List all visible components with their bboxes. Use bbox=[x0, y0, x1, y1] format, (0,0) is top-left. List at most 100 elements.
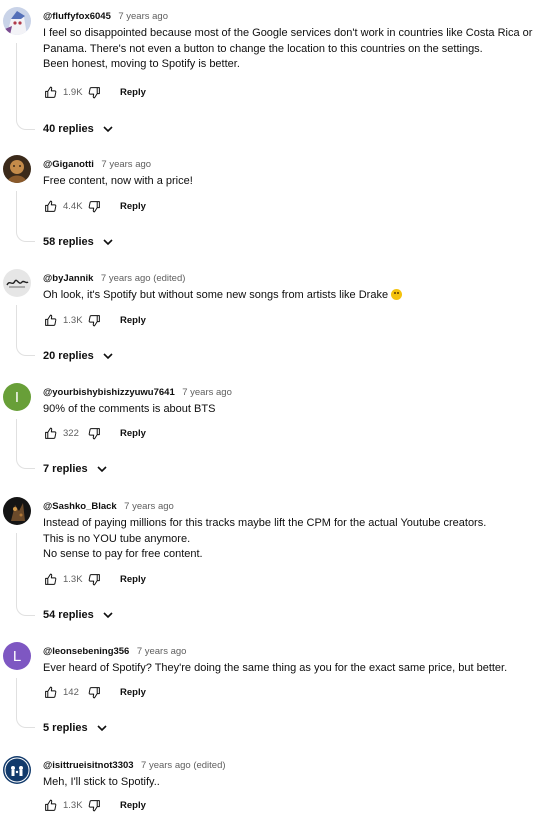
reply-button[interactable]: Reply bbox=[120, 315, 146, 326]
comment-body: @fluffyfox6045 7 years ago I feel so dis… bbox=[43, 7, 543, 73]
view-replies-button[interactable]: 54 replies bbox=[43, 607, 114, 623]
view-replies-button[interactable]: 20 replies bbox=[43, 348, 114, 364]
comment-author[interactable]: @byJannik bbox=[43, 273, 93, 284]
comment-author[interactable]: @Sashko_Black bbox=[43, 501, 117, 512]
like-count: 1.9K bbox=[63, 86, 83, 98]
avatar[interactable] bbox=[3, 269, 31, 297]
like-icon[interactable] bbox=[43, 85, 57, 99]
comment-text-line: I feel so disappointed because most of t… bbox=[43, 27, 533, 39]
dislike-icon[interactable] bbox=[87, 685, 101, 699]
dislike-icon[interactable] bbox=[87, 313, 101, 327]
comment-text-line: Ever heard of Spotify? They're doing the… bbox=[43, 662, 508, 674]
comment-text-line: No sense to pay for free content. bbox=[43, 548, 203, 560]
dislike-icon[interactable] bbox=[87, 798, 101, 812]
comment-time[interactable]: 7 years ago bbox=[118, 11, 168, 22]
like-count: 1.3K bbox=[63, 799, 83, 811]
comment-actions: 1.3K Reply bbox=[43, 796, 146, 814]
chevron-down-icon bbox=[96, 463, 108, 475]
comment-time[interactable]: 7 years ago bbox=[124, 501, 174, 512]
comment-text: Meh, I'll stick to Spotify.. bbox=[43, 775, 543, 791]
comment-text-line: Instead of paying millions for this trac… bbox=[43, 517, 487, 529]
comment-text-line: This is no YOU tube anymore. bbox=[43, 532, 191, 545]
comment-author[interactable]: @yourbishybishizzyuwu7641 bbox=[43, 387, 175, 398]
thread-connector bbox=[16, 419, 35, 469]
like-count: 322 bbox=[63, 427, 79, 439]
avatar[interactable] bbox=[3, 497, 31, 525]
comment-text-line: Been honest, moving to Spotify is better… bbox=[43, 58, 240, 70]
avatar[interactable] bbox=[3, 155, 31, 183]
comment-actions: 142 Reply bbox=[43, 683, 146, 701]
chevron-down-icon bbox=[102, 350, 114, 362]
reply-button[interactable]: Reply bbox=[120, 201, 146, 212]
view-replies-button[interactable]: 7 replies bbox=[43, 461, 108, 477]
thinking-face-emoji bbox=[391, 289, 403, 300]
comment-actions: 1.3K Reply bbox=[43, 311, 146, 329]
view-replies-button[interactable]: 40 replies bbox=[43, 121, 114, 137]
like-count: 142 bbox=[63, 686, 79, 698]
dislike-icon[interactable] bbox=[87, 572, 101, 586]
like-icon[interactable] bbox=[43, 685, 57, 699]
thread-connector bbox=[16, 305, 35, 356]
comment-text-line: Oh look, it's Spotify but without some n… bbox=[43, 288, 543, 304]
comment-body: @isittrueisitnot3303 7 years ago (edited… bbox=[43, 756, 543, 791]
chevron-down-icon bbox=[102, 236, 114, 248]
dislike-icon[interactable] bbox=[87, 85, 101, 99]
comment-author[interactable]: @leonsebening356 bbox=[43, 646, 129, 657]
dislike-icon[interactable] bbox=[87, 199, 101, 213]
replies-count: 40 replies bbox=[43, 123, 94, 135]
reply-button[interactable]: Reply bbox=[120, 800, 146, 811]
comment-actions: 1.3K Reply bbox=[43, 570, 146, 588]
comment-author[interactable]: @fluffyfox6045 bbox=[43, 11, 111, 22]
comment-time[interactable]: 7 years ago (edited) bbox=[141, 760, 226, 771]
reply-button[interactable]: Reply bbox=[120, 428, 146, 439]
comment-body: @yourbishybishizzyuwu7641 7 years ago 90… bbox=[43, 383, 543, 418]
replies-count: 7 replies bbox=[43, 463, 88, 475]
replies-count: 5 replies bbox=[43, 722, 88, 734]
comment-body: @byJannik 7 years ago (edited) Oh look, … bbox=[43, 269, 543, 304]
comment-text-line: Free content, now with a price! bbox=[43, 175, 193, 187]
like-icon[interactable] bbox=[43, 426, 57, 440]
avatar[interactable]: L bbox=[3, 642, 31, 670]
like-icon[interactable] bbox=[43, 199, 57, 213]
comment-time[interactable]: 7 years ago bbox=[101, 159, 151, 170]
replies-count: 58 replies bbox=[43, 236, 94, 248]
reply-button[interactable]: Reply bbox=[120, 87, 146, 98]
comment-text-line: 90% of the comments is about BTS bbox=[43, 403, 216, 415]
thread-connector bbox=[16, 191, 35, 242]
view-replies-button[interactable]: 58 replies bbox=[43, 234, 114, 250]
comment-author[interactable]: @isittrueisitnot3303 bbox=[43, 760, 134, 771]
chevron-down-icon bbox=[102, 609, 114, 621]
comment-author[interactable]: @Giganotti bbox=[43, 159, 94, 170]
comment-text-line: Panama. There's not even a button to cha… bbox=[43, 42, 483, 55]
comment-text-content: Oh look, it's Spotify but without some n… bbox=[43, 289, 389, 301]
replies-count: 20 replies bbox=[43, 350, 94, 362]
avatar[interactable] bbox=[3, 756, 31, 784]
like-count: 1.3K bbox=[63, 314, 83, 326]
comment-text: Free content, now with a price! bbox=[43, 174, 543, 190]
comment-time[interactable]: 7 years ago bbox=[182, 387, 232, 398]
comment-text: 90% of the comments is about BTS bbox=[43, 402, 543, 418]
comment-time[interactable]: 7 years ago (edited) bbox=[101, 273, 186, 284]
thread-connector bbox=[16, 533, 35, 616]
comment-body: @Sashko_Black 7 years ago Instead of pay… bbox=[43, 497, 543, 563]
comment-time[interactable]: 7 years ago bbox=[137, 646, 187, 657]
thread-connector bbox=[16, 43, 35, 130]
dislike-icon[interactable] bbox=[87, 426, 101, 440]
thread-connector bbox=[16, 678, 35, 728]
comment-body: @leonsebening356 7 years ago Ever heard … bbox=[43, 642, 543, 677]
comment-text-line: Meh, I'll stick to Spotify.. bbox=[43, 776, 160, 788]
comment-text: Ever heard of Spotify? They're doing the… bbox=[43, 661, 543, 677]
like-icon[interactable] bbox=[43, 572, 57, 586]
reply-button[interactable]: Reply bbox=[120, 687, 146, 698]
like-icon[interactable] bbox=[43, 313, 57, 327]
comment-actions: 4.4K Reply bbox=[43, 197, 146, 215]
avatar[interactable] bbox=[3, 7, 31, 35]
chevron-down-icon bbox=[96, 722, 108, 734]
chevron-down-icon bbox=[102, 123, 114, 135]
comment-text: Instead of paying millions for this trac… bbox=[43, 516, 543, 563]
reply-button[interactable]: Reply bbox=[120, 574, 146, 585]
like-icon[interactable] bbox=[43, 798, 57, 812]
view-replies-button[interactable]: 5 replies bbox=[43, 720, 108, 736]
comment-actions: 1.9K Reply bbox=[43, 83, 146, 101]
avatar[interactable]: I bbox=[3, 383, 31, 411]
